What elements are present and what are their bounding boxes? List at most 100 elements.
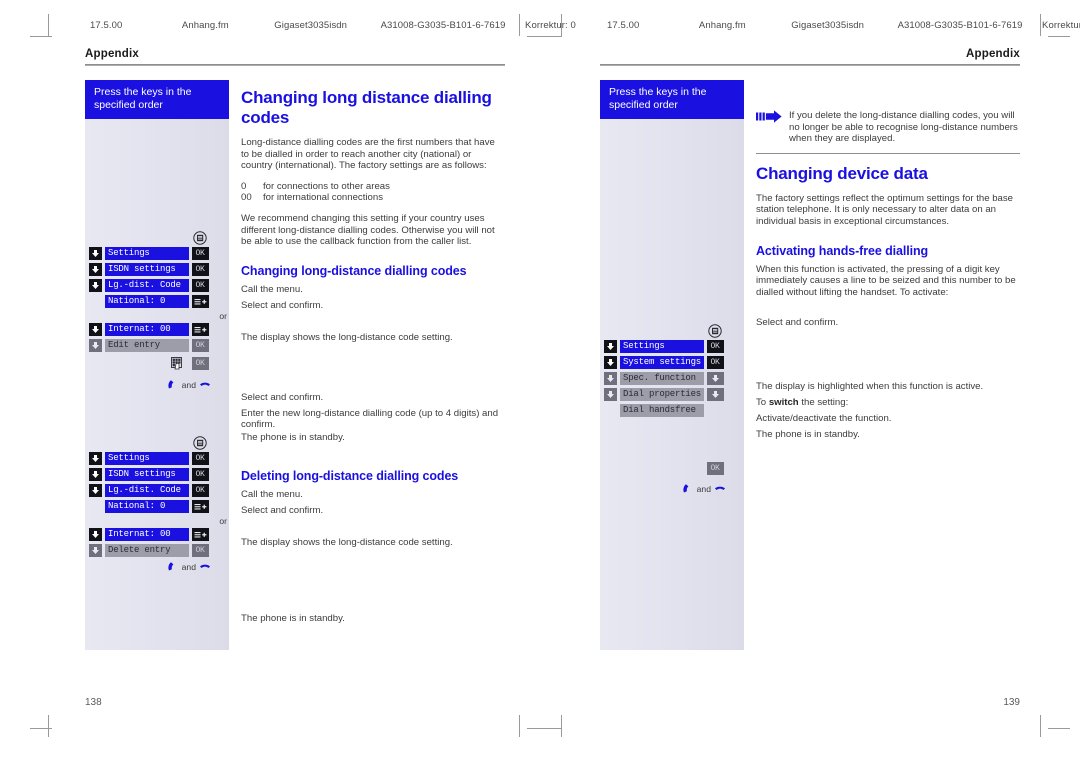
display-lg-dist-code: Lg.-dist. Code (105, 484, 189, 497)
page-body: Press the keys in the specified order Se… (85, 80, 505, 650)
ok-key[interactable]: OK (191, 279, 209, 292)
ok-key[interactable]: OK (191, 339, 209, 352)
step-standby-2: and (85, 559, 229, 574)
down-arrow-icon (91, 487, 99, 494)
note-arrow-icon (756, 110, 782, 123)
ok-key[interactable]: OK (191, 468, 209, 481)
down-arrow-icon (91, 471, 99, 478)
running-head-rule (600, 64, 1020, 66)
step-enter-digits: OK (85, 356, 229, 371)
menu-plus-icon (194, 298, 206, 304)
menu-plus-key[interactable] (191, 295, 209, 308)
ok-key[interactable]: OK (706, 340, 724, 353)
down-arrow-key[interactable] (603, 356, 617, 369)
step-standby: and (600, 481, 744, 496)
down-arrow-icon (91, 531, 99, 538)
down-arrow-key[interactable] (88, 339, 102, 352)
ok-key[interactable]: OK (191, 247, 209, 260)
handset-pickup-icon (168, 562, 174, 571)
down-arrow-icon (606, 391, 614, 398)
down-arrow-key[interactable] (88, 279, 102, 292)
down-arrow-icon (606, 343, 614, 350)
and-label: and (696, 483, 711, 494)
menu-circle-icon (193, 435, 207, 450)
step-desc: Select and confirm. (241, 391, 324, 403)
down-arrow-icon (711, 375, 719, 382)
display-isdn-settings: ISDN settings (105, 468, 189, 481)
ok-key[interactable]: OK (191, 484, 209, 497)
menu-circle-icon (193, 230, 207, 245)
document-page: 17.5.00 Anhang.fm Gigaset3035isdn A31008… (0, 0, 1080, 763)
step-national: National: 0 (85, 294, 229, 309)
down-arrow-icon (606, 359, 614, 366)
or-separator: or (219, 311, 227, 321)
down-arrow-icon (606, 375, 614, 382)
crop-mark (540, 728, 562, 729)
ok-key[interactable]: OK (191, 357, 209, 370)
step-dial-properties: Dial properties (600, 387, 744, 402)
job-correction: Korrektur: 0 (525, 20, 576, 31)
step-desc: Activate/deactivate the function. (756, 413, 892, 425)
page-number: 139 (1003, 697, 1020, 708)
step-desc: The display shows the long-distance code… (241, 536, 453, 548)
step-system-settings: System settings OK (600, 355, 744, 370)
display-dial-properties: Dial properties (620, 388, 704, 401)
ok-key[interactable]: OK (706, 462, 724, 475)
crop-mark (519, 715, 520, 737)
down-arrow-icon (91, 455, 99, 462)
down-arrow-key[interactable] (88, 263, 102, 276)
menu-plus-key[interactable] (191, 528, 209, 541)
down-arrow-key[interactable] (706, 388, 724, 401)
display-dial-handsfree: Dial handsfree (620, 404, 704, 417)
down-arrow-key[interactable] (88, 468, 102, 481)
menu-plus-key[interactable] (191, 323, 209, 336)
page-number: 138 (85, 697, 102, 708)
down-arrow-key[interactable] (88, 247, 102, 260)
display-internat: Internat: 00 (105, 528, 189, 541)
menu-key[interactable] (189, 435, 211, 450)
ok-key[interactable]: OK (191, 544, 209, 557)
ok-key[interactable]: OK (706, 356, 724, 369)
step-desc: Call the menu. (241, 488, 303, 500)
ok-key[interactable]: OK (191, 452, 209, 465)
list-item: 00 for international connections (241, 192, 505, 204)
down-arrow-key[interactable] (603, 340, 617, 353)
step-desc: The phone is in standby. (241, 612, 345, 624)
job-docnumber: A31008-G3035-B101-6-7619 (897, 20, 1023, 31)
down-arrow-key[interactable] (88, 544, 102, 557)
down-arrow-key[interactable] (603, 388, 617, 401)
menu-key[interactable] (704, 323, 726, 338)
crop-mark (30, 728, 52, 729)
step-dial-handsfree: Dial handsfree (600, 403, 744, 418)
handsfree-intro: When this function is activated, the pre… (756, 263, 1016, 298)
menu-key[interactable] (189, 230, 211, 245)
down-arrow-key[interactable] (88, 484, 102, 497)
tip-line-1: Press the keys in the (609, 86, 707, 98)
switch-bold: switch (768, 397, 799, 409)
menu-plus-key[interactable] (191, 500, 209, 513)
subsection-heading-delete: Deleting long-distance dialling codes (241, 468, 459, 483)
down-arrow-key[interactable] (88, 452, 102, 465)
job-header-right: 17.5.00 Anhang.fm Gigaset3035isdn A31008… (607, 20, 1080, 31)
down-arrow-key[interactable] (706, 372, 724, 385)
down-arrow-icon (711, 391, 719, 398)
switch-post: the setting: (798, 397, 849, 409)
display-settings: Settings (620, 340, 704, 353)
note-box: If you delete the long-distance dialling… (756, 106, 1020, 154)
handset-hangup-icon (200, 564, 210, 568)
step-desc: Select and confirm. (756, 317, 839, 329)
display-delete-entry: Delete entry (105, 544, 189, 557)
down-arrow-key[interactable] (603, 372, 617, 385)
step-internat: Internat: 00 (85, 322, 229, 337)
down-arrow-key[interactable] (88, 323, 102, 336)
step-internat-2: Internat: 00 (85, 527, 229, 542)
crop-mark (48, 715, 49, 737)
ok-key[interactable]: OK (191, 263, 209, 276)
step-lg-dist-code: Lg.-dist. Code OK (85, 278, 229, 293)
and-label: and (181, 561, 196, 572)
down-arrow-key[interactable] (88, 528, 102, 541)
menu-plus-icon (194, 531, 206, 537)
code-value: 0 (241, 180, 247, 192)
down-arrow-icon (91, 282, 99, 289)
subsection-heading-handsfree: Activating hands-free dialling (756, 243, 929, 258)
